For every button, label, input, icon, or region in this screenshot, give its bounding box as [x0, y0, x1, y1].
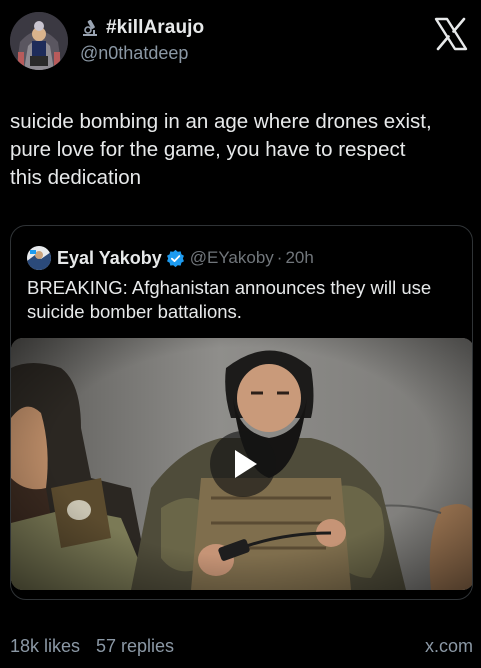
post-header: #killAraujo @n0thatdeep: [10, 12, 471, 74]
microscope-emoji-icon: [80, 18, 100, 38]
likes-count[interactable]: 18k likes: [10, 636, 80, 657]
avatar-image: [10, 12, 68, 70]
quoted-post-header: Eyal Yakoby @EYakoby · 20h: [27, 246, 314, 270]
meta-separator: ·: [276, 248, 283, 267]
author-handle[interactable]: @n0thatdeep: [80, 43, 204, 64]
author-names: #killAraujo @n0thatdeep: [80, 15, 204, 64]
quoted-post-text: BREAKING: Afghanistan announces they wil…: [27, 277, 432, 322]
post-text: suicide bombing in an age where drones e…: [10, 110, 432, 189]
quoted-author-handle[interactable]: @EYakoby: [190, 248, 274, 268]
author-display-name[interactable]: #killAraujo: [106, 17, 204, 39]
author-avatar[interactable]: [10, 12, 68, 70]
post-footer: 18k likes 57 replies x.com: [10, 636, 473, 660]
play-button[interactable]: [210, 431, 276, 497]
x-logo-icon[interactable]: [433, 16, 469, 52]
quoted-author-avatar[interactable]: [27, 246, 51, 270]
display-name-row: #killAraujo: [80, 15, 204, 41]
quoted-post-card[interactable]: Eyal Yakoby @EYakoby · 20h BREAKING: Afg…: [10, 225, 473, 600]
quoted-post-video[interactable]: [11, 338, 472, 590]
source-domain[interactable]: x.com: [425, 636, 473, 657]
quoted-author-name[interactable]: Eyal Yakoby: [57, 248, 162, 269]
replies-count[interactable]: 57 replies: [96, 636, 174, 657]
play-icon: [235, 450, 257, 478]
quoted-post-time[interactable]: 20h: [285, 248, 313, 268]
verified-badge-icon: [166, 249, 185, 268]
